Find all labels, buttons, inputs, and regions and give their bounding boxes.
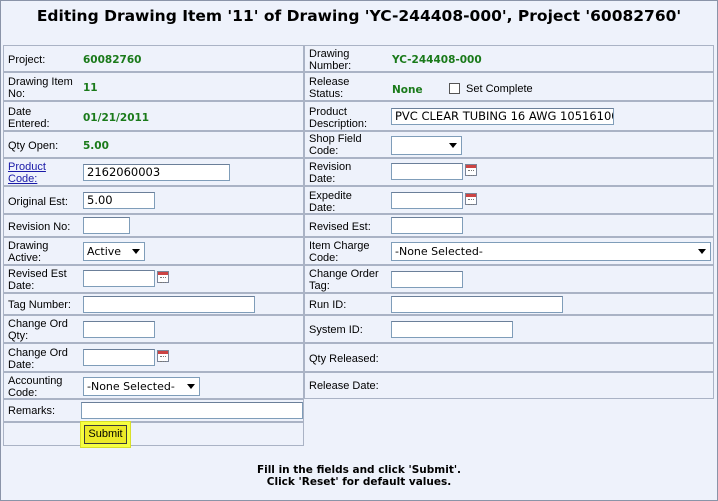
calendar-icon[interactable] [465, 164, 477, 176]
row-product-code: Product Code: 2162060003 [3, 158, 304, 186]
date-entered-value: 01/21/2011 [83, 112, 150, 124]
calendar-icon[interactable] [157, 350, 169, 362]
row-revision-no: Revision No: [3, 214, 304, 237]
set-complete-label: Set Complete [466, 83, 533, 95]
row-drawing-item: Drawing Item No: 11 [3, 72, 304, 101]
product-code-label[interactable]: Product Code: [8, 161, 46, 185]
product-code-link[interactable]: Product Code: [8, 161, 46, 185]
page-title: Editing Drawing Item '11' of Drawing 'YC… [36, 7, 682, 25]
submit-button[interactable]: Submit [84, 425, 127, 444]
revised-est-input[interactable] [391, 217, 463, 234]
row-drawing-active: Drawing Active: Active [3, 237, 304, 265]
accounting-code-select[interactable]: -None Selected- [83, 377, 200, 396]
row-remarks: Remarks: [3, 399, 304, 422]
project-label: Project: [8, 54, 46, 66]
row-shop-field-code: Shop Field Code: [304, 131, 714, 158]
row-drawing-number: Drawing Number: YC-244408-000 [304, 45, 714, 72]
row-original-est: Original Est: 5.00 [3, 186, 304, 214]
drawing-active-select[interactable]: Active [83, 242, 145, 261]
row-release-status: Release Status: None Set Complete [304, 72, 714, 101]
chevron-down-icon [698, 249, 706, 254]
shop-field-code-label: Shop Field Code: [309, 133, 362, 157]
set-complete-checkbox[interactable] [449, 83, 460, 94]
row-revised-est: Revised Est: [304, 214, 714, 237]
drawing-active-label: Drawing Active: [8, 240, 49, 264]
date-entered-label: Date Entered: [8, 106, 50, 130]
row-qty-open: Qty Open: 5.00 [3, 131, 304, 158]
change-ord-date-label: Change Ord Date: [8, 347, 68, 371]
product-code-input[interactable]: 2162060003 [83, 164, 230, 181]
row-revised-est-date: Revised Est Date: [3, 265, 304, 293]
accounting-code-label: Accounting Code: [8, 375, 63, 399]
original-est-input[interactable]: 5.00 [83, 192, 155, 209]
remarks-input[interactable] [81, 402, 303, 419]
chevron-down-icon [449, 143, 457, 148]
row-revision-date: Revision Date: [304, 158, 714, 186]
change-order-tag-input[interactable] [391, 271, 463, 288]
project-value: 60082760 [83, 54, 142, 66]
row-project: Project: 60082760 [3, 45, 304, 72]
revised-est-label: Revised Est: [309, 221, 371, 233]
change-ord-qty-label: Change Ord Qty: [8, 318, 68, 342]
row-tag-number: Tag Number: [3, 293, 304, 315]
drawing-number-label: Drawing Number: [309, 48, 352, 72]
calendar-icon[interactable] [157, 271, 169, 283]
row-release-date: Release Date: [304, 372, 714, 399]
row-item-charge-code: Item Charge Code: -None Selected- [304, 237, 714, 265]
drawing-item-label: Drawing Item No: [8, 76, 73, 100]
run-id-label: Run ID: [309, 299, 347, 311]
change-ord-date-input[interactable] [83, 349, 155, 366]
shop-field-code-select[interactable] [391, 136, 462, 155]
row-expedite-date: Expedite Date: [304, 186, 714, 214]
change-ord-qty-input[interactable] [83, 321, 155, 338]
revision-no-label: Revision No: [8, 221, 71, 233]
row-change-order-tag: Change Order Tag: [304, 265, 714, 293]
expedite-date-label: Expedite Date: [309, 190, 352, 214]
tag-number-input[interactable] [83, 296, 255, 313]
run-id-input[interactable] [391, 296, 563, 313]
release-status-label: Release Status: [309, 76, 350, 100]
revision-date-label: Revision Date: [309, 161, 352, 185]
calendar-icon[interactable] [465, 193, 477, 205]
qty-released-label: Qty Released: [309, 353, 379, 365]
drawing-item-value: 11 [83, 82, 98, 94]
footer-instruction-2: Click 'Reset' for default values. [266, 476, 452, 488]
release-status-value: None [392, 84, 423, 96]
item-charge-code-select[interactable]: -None Selected- [391, 242, 711, 261]
row-date-entered: Date Entered: 01/21/2011 [3, 101, 304, 131]
tag-number-label: Tag Number: [8, 299, 71, 311]
revision-date-input[interactable] [391, 163, 463, 180]
change-order-tag-label: Change Order Tag: [309, 268, 379, 292]
row-run-id: Run ID: [304, 293, 714, 315]
release-date-label: Release Date: [309, 380, 379, 392]
chevron-down-icon [187, 384, 195, 389]
system-id-label: System ID: [309, 324, 363, 336]
revised-est-date-input[interactable] [83, 270, 155, 287]
remarks-label: Remarks: [8, 405, 56, 417]
product-description-label: Product Description: [309, 106, 368, 130]
row-product-description: Product Description: PVC CLEAR TUBING 16 … [304, 101, 714, 131]
row-accounting-code: Accounting Code: -None Selected- [3, 372, 304, 399]
item-charge-code-label: Item Charge Code: [309, 240, 370, 264]
system-id-input[interactable] [391, 321, 513, 338]
chevron-down-icon [132, 249, 140, 254]
product-description-input[interactable]: PVC CLEAR TUBING 16 AWG 10516100 [391, 108, 614, 125]
qty-open-value: 5.00 [83, 140, 109, 152]
footer-instruction-1: Fill in the fields and click 'Submit'. [256, 464, 462, 476]
qty-open-label: Qty Open: [8, 140, 59, 152]
row-change-ord-date: Change Ord Date: [3, 343, 304, 372]
revision-no-input[interactable] [83, 217, 130, 234]
row-change-ord-qty: Change Ord Qty: [3, 315, 304, 343]
row-submit [3, 422, 304, 446]
row-qty-released: Qty Released: [304, 343, 714, 372]
expedite-date-input[interactable] [391, 192, 463, 209]
row-system-id: System ID: [304, 315, 714, 343]
revised-est-date-label: Revised Est Date: [8, 268, 67, 292]
drawing-number-value: YC-244408-000 [392, 54, 482, 66]
original-est-label: Original Est: [8, 196, 68, 208]
